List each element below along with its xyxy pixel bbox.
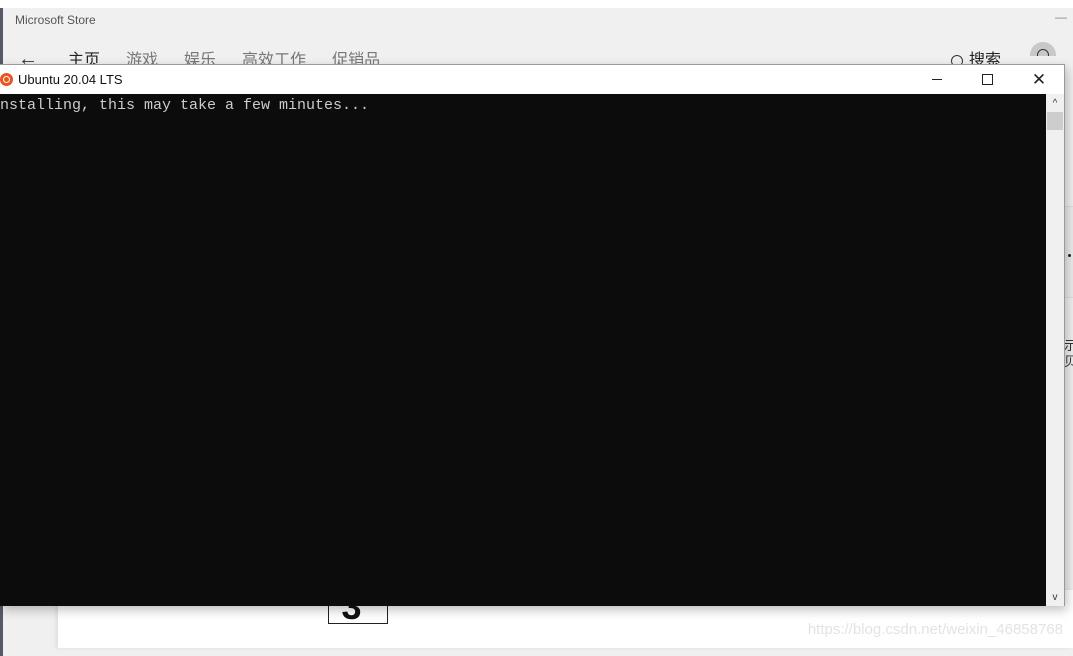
ubuntu-console-window: Ubuntu 20.04 LTS ✕ nstalling, this may t… [0,64,1065,606]
store-side-panel [1064,206,1073,298]
store-side-dot [1068,254,1071,257]
scroll-up-icon[interactable]: ^ [1046,94,1064,112]
store-side-text: 示 贝 [1064,338,1073,369]
scroll-down-icon[interactable]: v [1046,588,1064,606]
terminal-line: nstalling, this may take a few minutes..… [0,97,370,114]
close-button[interactable]: ✕ [1016,65,1062,94]
store-search-button[interactable]: 搜索 [951,50,1001,64]
maximize-button[interactable] [964,65,1010,94]
vertical-scrollbar[interactable]: ^ v [1046,94,1064,606]
terminal-output[interactable]: nstalling, this may take a few minutes..… [0,94,1046,606]
account-avatar[interactable] [1030,42,1056,56]
minimize-button[interactable] [914,65,960,94]
store-window-title: Microsoft Store [15,13,96,27]
store-minimize-button[interactable]: — [1055,10,1067,24]
maximize-icon [981,74,993,85]
minimize-icon [932,79,942,80]
console-titlebar[interactable]: Ubuntu 20.04 LTS ✕ [0,65,1064,94]
ubuntu-logo-icon [0,73,13,86]
user-icon [1037,49,1049,56]
scroll-thumb[interactable] [1047,112,1063,130]
search-label: 搜索 [969,52,1002,64]
console-title: Ubuntu 20.04 LTS [18,72,123,87]
watermark: https://blog.csdn.net/weixin_46858768 [807,621,1063,638]
search-icon [951,55,963,64]
